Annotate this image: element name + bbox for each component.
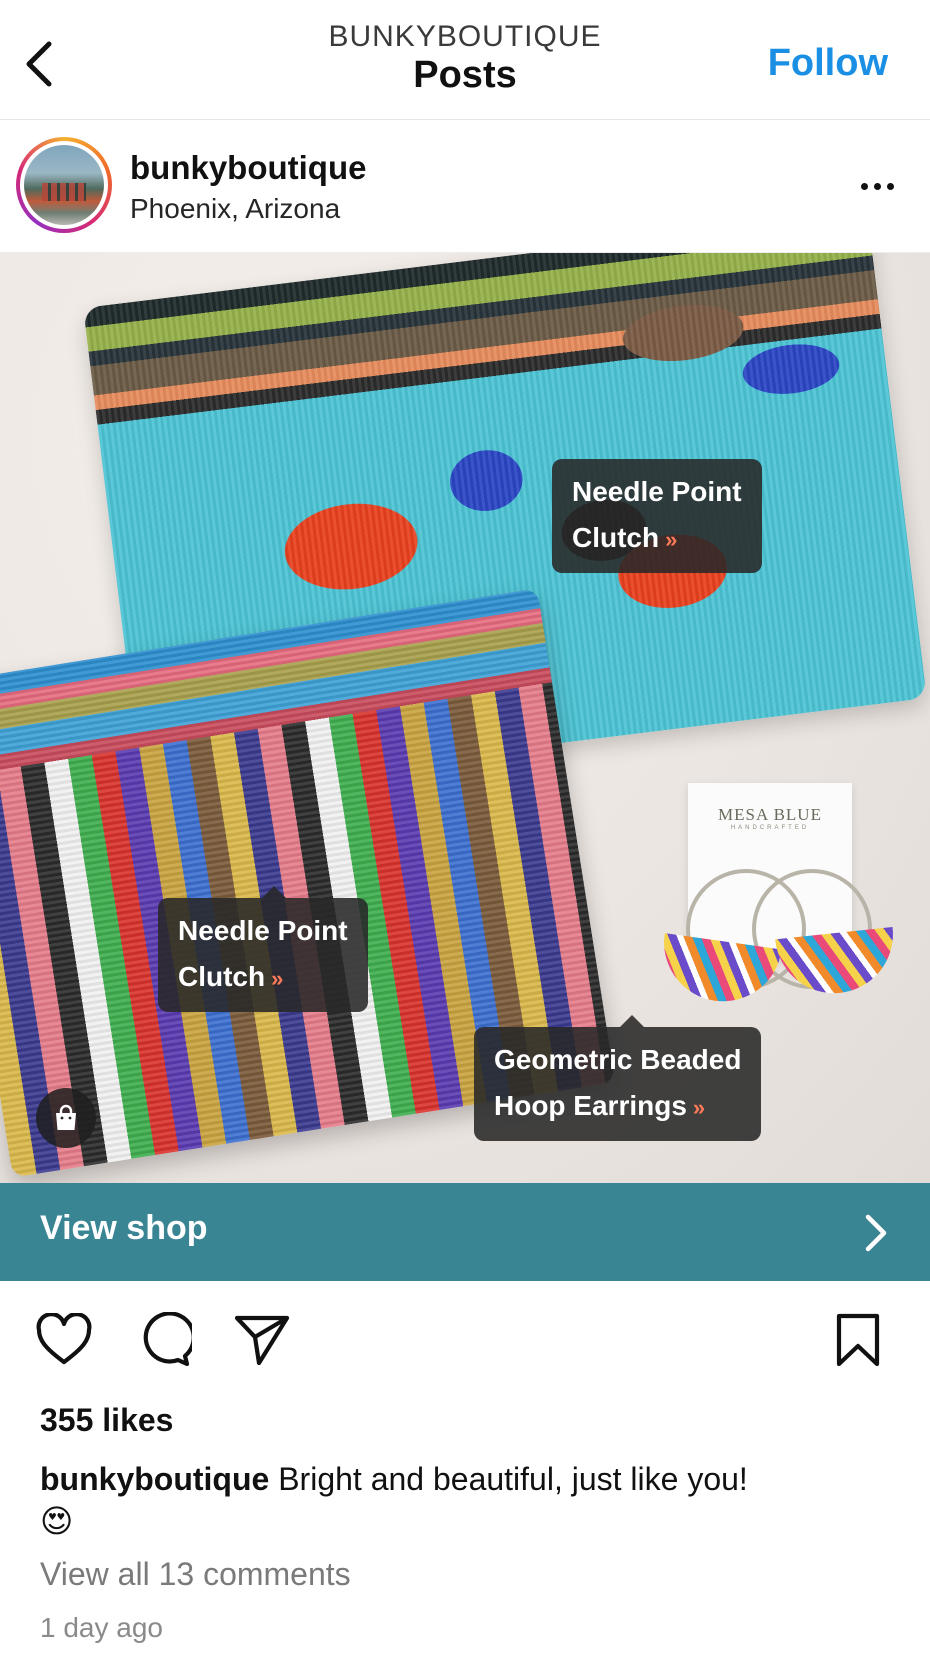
product-tag-line1: Geometric Beaded xyxy=(494,1044,742,1075)
avatar-image xyxy=(24,145,104,225)
bookmark-icon xyxy=(836,1313,880,1367)
follow-button[interactable]: Follow xyxy=(768,42,888,85)
post-header: bunkyboutique Phoenix, Arizona xyxy=(0,121,930,253)
heart-eyes-emoji: 😍 xyxy=(40,1503,74,1539)
view-shop-button[interactable]: View shop xyxy=(0,1183,930,1281)
product-tag-clutch-1[interactable]: Needle Point Clutch» xyxy=(552,459,762,573)
post-caption: bunkyboutique Bright and beautiful, just… xyxy=(40,1458,900,1542)
product-tag-line2: Clutch xyxy=(572,522,660,553)
view-shop-label: View shop xyxy=(40,1209,208,1247)
top-bar: BUNKYBOUTIQUE Posts Follow xyxy=(0,0,930,120)
double-chevron-icon: » xyxy=(692,1095,705,1120)
product-tag-line1: Needle Point xyxy=(572,476,742,507)
double-chevron-icon: » xyxy=(271,966,283,991)
card-brand-text: MESA BLUE xyxy=(718,805,822,824)
product-tag-line1: Needle Point xyxy=(178,915,348,946)
post-timestamp: 1 day ago xyxy=(40,1612,163,1643)
post-username[interactable]: bunkyboutique xyxy=(130,149,366,187)
save-button[interactable] xyxy=(826,1308,890,1372)
shopping-bag-icon xyxy=(56,1104,76,1130)
product-tag-line2: Clutch xyxy=(178,961,266,992)
product-tag-earrings[interactable]: Geometric Beaded Hoop Earrings» xyxy=(474,1027,762,1141)
post-actions xyxy=(0,1300,930,1380)
beaded-fringe-right xyxy=(775,926,899,1000)
chevron-right-icon xyxy=(865,1214,887,1252)
card-sub-text: HANDCRAFTED xyxy=(730,825,810,831)
comment-button[interactable] xyxy=(132,1308,196,1372)
comment-icon xyxy=(143,1312,192,1367)
more-horizontal-icon xyxy=(860,182,868,190)
product-tag-line2: Hoop Earrings xyxy=(494,1090,687,1121)
shop-tags-button[interactable] xyxy=(36,1088,96,1148)
like-button[interactable] xyxy=(32,1308,96,1372)
more-options-button[interactable] xyxy=(852,171,902,201)
likes-count[interactable]: 355 likes xyxy=(40,1402,173,1439)
product-tag-clutch-2[interactable]: Needle Point Clutch» xyxy=(158,898,368,1012)
share-button[interactable] xyxy=(230,1308,294,1372)
double-chevron-icon: » xyxy=(665,527,677,552)
caption-text: Bright and beautiful, just like you! xyxy=(269,1461,748,1497)
post-image[interactable]: MESA BLUE HANDCRAFTED Needle Point Clutc… xyxy=(0,253,930,1183)
post-location[interactable]: Phoenix, Arizona xyxy=(130,193,340,225)
heart-icon xyxy=(36,1313,92,1365)
caption-username[interactable]: bunkyboutique xyxy=(40,1461,269,1497)
view-comments-link[interactable]: View all 13 comments xyxy=(40,1556,351,1593)
send-icon xyxy=(234,1315,290,1366)
avatar[interactable] xyxy=(16,137,112,233)
